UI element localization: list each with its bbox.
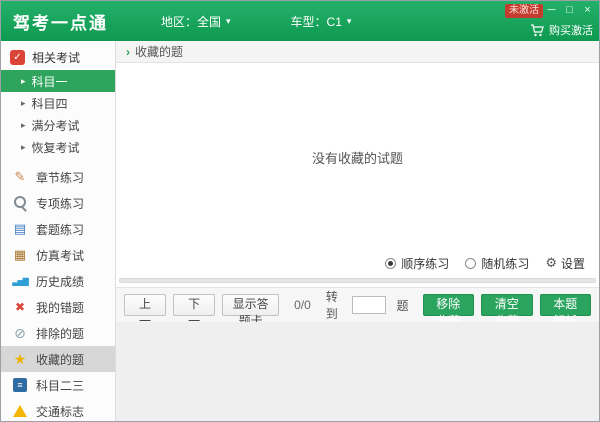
history-chart-icon: ▃▅▇ [12,273,28,289]
workbook-icon: ▤ [12,221,28,237]
previous-question-button[interactable]: 上一题 [124,294,166,316]
empty-state-message: 没有收藏的试题 [312,148,403,167]
practice-mode-row: 顺序练习 随机练习 ⚙ 设置 [116,251,599,275]
breadcrumb-arrow-icon: › [126,45,130,59]
remove-favorite-button[interactable]: 移除收藏 [423,294,474,316]
sidebar-item-label: 科目二三 [36,377,84,394]
sidebar-item-favorite-questions[interactable]: ★ 收藏的题 [1,346,115,372]
progress-bar-wrap [116,275,599,287]
sidebar-item-full-score-exam[interactable]: 满分考试 [1,114,115,136]
subject23-icon: ≡ [13,378,27,392]
buy-activation-label: 购买激活 [549,22,593,38]
radio-checked-icon [385,258,396,269]
sidebar-item-label: 历史成绩 [36,273,84,290]
exam-paper-icon: ▦ [12,247,28,263]
sidebar-item-label: 收藏的题 [36,351,84,368]
sidebar-item-subject-one[interactable]: 科目一 [1,70,115,92]
settings-label: 设置 [561,255,585,272]
sidebar-item-excluded-questions[interactable]: ⊘ 排除的题 [1,320,115,346]
buy-activation-button[interactable]: 购买激活 [530,22,593,38]
progress-bar [119,278,596,283]
sidebar-item-label: 科目一 [32,73,68,90]
question-area: 没有收藏的试题 [116,63,599,251]
sidebar-section-related-exams: ✓ 相关考试 [1,44,115,70]
app-title: 驾考一点通 [1,9,161,34]
traffic-sign-icon [12,403,28,419]
vehicle-label: 车型：C1 [291,13,342,30]
next-question-button[interactable]: 下一题 [173,294,215,316]
sequential-practice-radio[interactable]: 顺序练习 [385,255,449,272]
sidebar-item-subjects-two-three[interactable]: ≡ 科目二三 [1,372,115,398]
sidebar-item-label: 交通标志 [36,403,84,420]
bottom-toolbar: 上一题 下一题 显示答题卡 0/0 转到 题 移除收藏 清空收藏 本题解析 [116,287,599,322]
main-panel: › 收藏的题 没有收藏的试题 顺序练习 随机练习 ⚙ 设置 [116,41,599,421]
sidebar-item-label: 排除的题 [36,325,84,342]
breadcrumb-label: 收藏的题 [135,43,183,60]
app-body: ✓ 相关考试 科目一 科目四 满分考试 恢复考试 ✎ 章节练习 专 [1,41,599,421]
sidebar-item-recovery-exam[interactable]: 恢复考试 [1,136,115,158]
sidebar-item-traffic-signs[interactable]: 交通标志 [1,398,115,422]
close-button[interactable]: × [580,3,595,18]
title-bar: 驾考一点通 地区：全国 ▾ 车型：C1 ▾ 未激活 ─ □ × 购买激活 [1,1,599,41]
question-counter: 0/0 [294,298,311,312]
star-icon: ★ [12,351,28,367]
breadcrumb: › 收藏的题 [116,41,599,63]
goto-question-input[interactable] [352,296,386,314]
sidebar-item-label: 专项练习 [36,195,84,212]
sidebar-item-label: 科目四 [32,95,68,112]
settings-button[interactable]: ⚙ 设置 [545,255,585,272]
gear-icon: ⚙ [545,255,557,271]
region-selector[interactable]: 地区：全国 ▾ [161,13,231,30]
question-analysis-button[interactable]: 本题解析 [540,294,591,316]
sidebar-item-label: 套题练习 [36,221,84,238]
sidebar: ✓ 相关考试 科目一 科目四 满分考试 恢复考试 ✎ 章节练习 专 [1,41,116,421]
sidebar-item-history-scores[interactable]: ▃▅▇ 历史成绩 [1,268,115,294]
sidebar-item-mock-exam[interactable]: ▦ 仿真考试 [1,242,115,268]
sidebar-item-label: 章节练习 [36,169,84,186]
certificate-icon: ✓ [10,50,25,65]
sidebar-item-my-mistakes[interactable]: ✖ 我的错题 [1,294,115,320]
sidebar-item-special-practice[interactable]: 专项练习 [1,190,115,216]
show-answer-card-button[interactable]: 显示答题卡 [222,294,279,316]
goto-suffix-label: 题 [397,297,409,314]
random-practice-radio[interactable]: 随机练习 [465,255,529,272]
chevron-down-icon: ▾ [226,17,231,26]
region-label: 地区：全国 [161,13,221,30]
sidebar-item-label: 我的错题 [36,299,84,316]
sidebar-item-label: 恢复考试 [32,139,80,156]
cart-icon [530,24,544,37]
window-controls: ─ □ × [544,3,595,18]
section-label: 相关考试 [32,49,80,66]
minimize-button[interactable]: ─ [544,3,559,18]
exclude-icon: ⊘ [12,325,28,341]
radio-unchecked-icon [465,258,476,269]
sidebar-item-subject-four[interactable]: 科目四 [1,92,115,114]
sidebar-item-label: 满分考试 [32,117,80,134]
chevron-down-icon: ▾ [347,17,352,26]
random-practice-label: 随机练习 [481,255,529,272]
sequential-practice-label: 顺序练习 [401,255,449,272]
maximize-button[interactable]: □ [562,3,577,18]
app-window: 驾考一点通 地区：全国 ▾ 车型：C1 ▾ 未激活 ─ □ × 购买激活 [0,0,600,422]
sidebar-item-chapter-practice[interactable]: ✎ 章节练习 [1,164,115,190]
sidebar-item-label: 仿真考试 [36,247,84,264]
goto-prefix-label: 转到 [326,288,341,322]
clear-favorites-button[interactable]: 清空收藏 [481,294,532,316]
sidebar-item-set-practice[interactable]: ▤ 套题练习 [1,216,115,242]
pencil-icon: ✎ [12,169,28,185]
bottom-filler-area [116,322,599,421]
magnifier-icon [12,195,28,211]
vehicle-selector[interactable]: 车型：C1 ▾ [291,13,352,30]
activation-status-badge: 未激活 [505,4,543,18]
wrong-cross-icon: ✖ [12,299,28,315]
